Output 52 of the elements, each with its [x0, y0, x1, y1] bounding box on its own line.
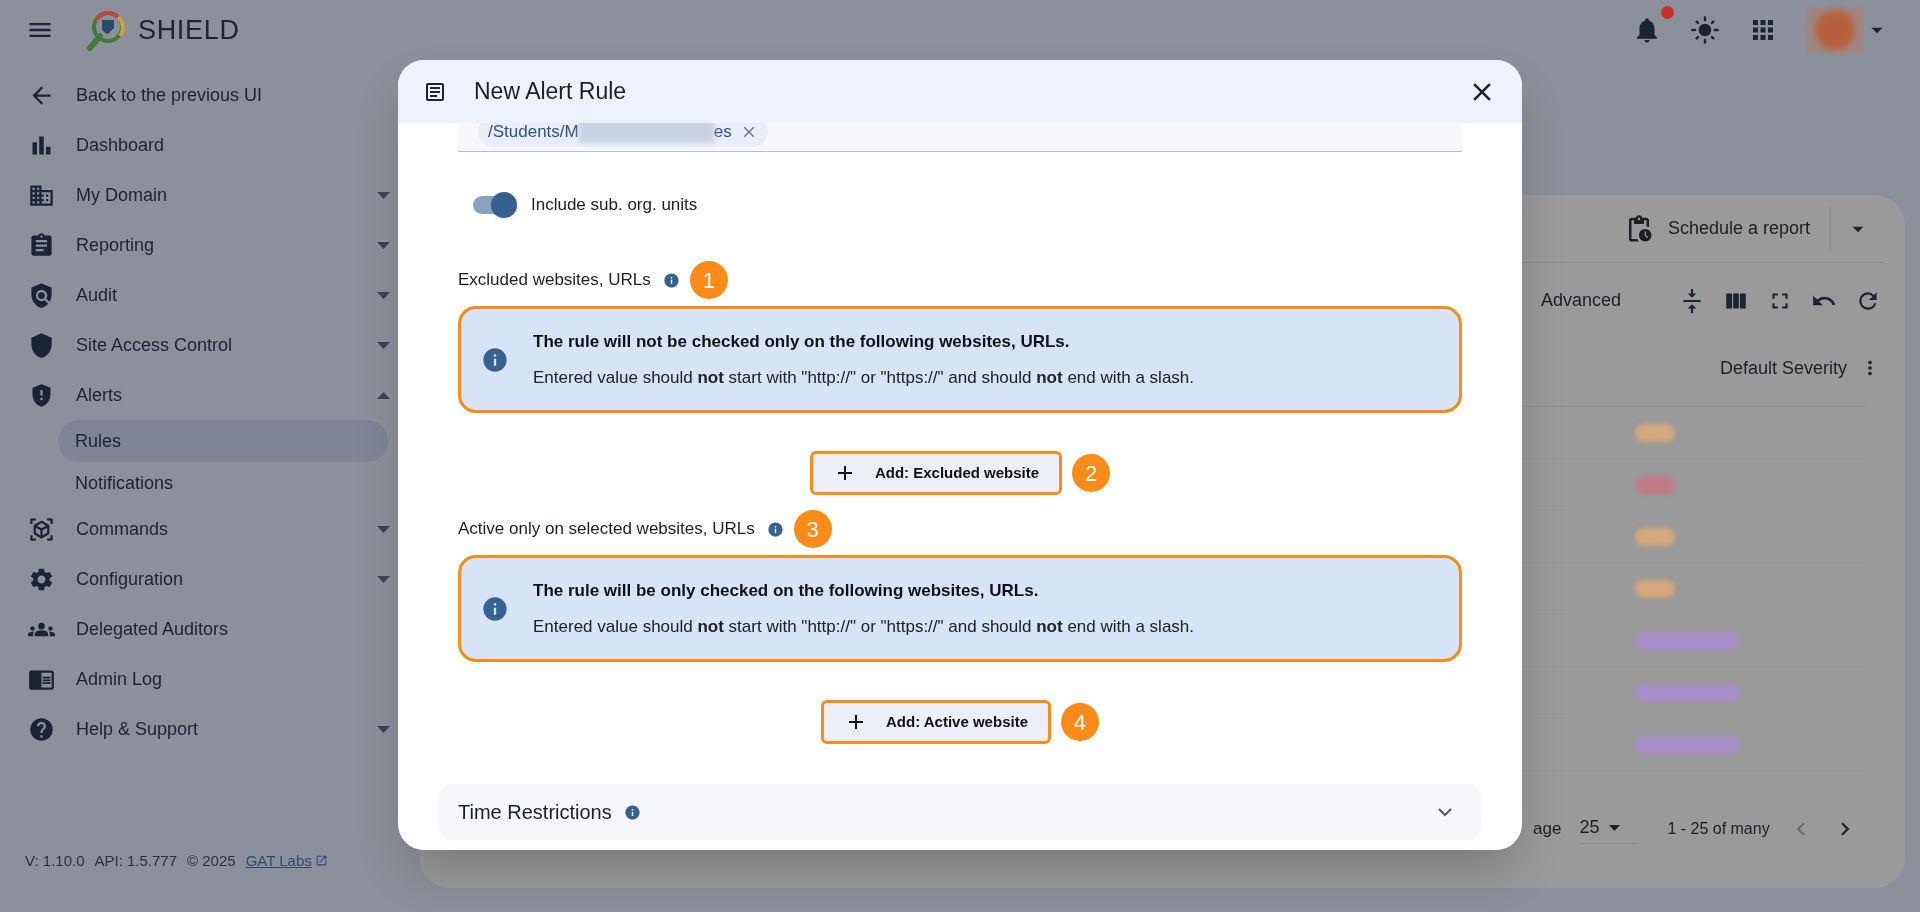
nav-item[interactable]: My Domain: [0, 170, 420, 220]
rows-per-page-select[interactable]: 25: [1579, 814, 1640, 844]
add-button[interactable]: Add: Excluded website: [809, 451, 1063, 495]
info-icon[interactable]: [623, 803, 641, 821]
org-unit-chip[interactable]: /Students/M es: [478, 123, 768, 147]
column-header: Default Severity: [1719, 356, 1847, 380]
chevron-icon: [1438, 807, 1452, 817]
nav-item[interactable]: Admin Log: [0, 654, 420, 704]
info-icon[interactable]: [766, 520, 784, 538]
nav-item[interactable]: Dashboard: [0, 120, 420, 170]
step-marker: 2: [1072, 454, 1111, 492]
company-link[interactable]: GAT Labs: [245, 849, 328, 872]
logo-icon: [84, 8, 128, 52]
nav-item[interactable]: Help & Support: [0, 704, 420, 754]
info-icon[interactable]: [662, 271, 680, 289]
alert-text: Entered value should not start with "http://" or "https://" and should not end with a slash.: [533, 366, 1195, 389]
section-label: Active only on selected websites, URLs: [458, 518, 755, 541]
org-unit-field[interactable]: /Students/M es: [458, 123, 1462, 152]
nav-item[interactable]: Back to the previous UI: [0, 70, 420, 120]
page-range: 1 - 25 of many: [1667, 819, 1770, 839]
caret-icon: [1609, 824, 1621, 831]
dialog-title: New Alert Rule: [474, 77, 627, 107]
external-link-icon: [314, 854, 328, 868]
api-version-text: API: 1.5.777: [94, 850, 178, 871]
alert-text: Entered value should not start with "http://" or "https://" and should not end with a slash.: [533, 615, 1195, 638]
toggle-label: Include sub. org. units: [531, 194, 698, 217]
app-title: SHIELD: [138, 13, 240, 47]
nav-item[interactable]: Alerts: [0, 370, 420, 420]
schedule-report-button[interactable]: Schedule a report: [1623, 213, 1830, 244]
add-button[interactable]: Add: Active website: [821, 700, 1051, 744]
section-label: Excluded websites, URLs: [458, 269, 651, 292]
alert-title: The rule will be only checked on the following websites, URLs.: [533, 580, 1040, 602]
nav-item[interactable]: Audit: [0, 270, 420, 320]
nav-item[interactable]: Reporting: [0, 220, 420, 270]
nav-item[interactable]: Commands: [0, 504, 420, 554]
sun-icon[interactable]: [1690, 15, 1720, 45]
version-text: V: 1.10.0: [25, 850, 85, 871]
nav-item[interactable]: Site Access Control: [0, 320, 420, 370]
nav-item[interactable]: Delegated Auditors: [0, 604, 420, 654]
step-marker: 1: [689, 261, 728, 299]
nav-subitem[interactable]: Notifications: [58, 462, 388, 504]
nav-item[interactable]: Configuration: [0, 554, 420, 604]
copyright-text: © 2025: [187, 850, 236, 871]
info-icon: [481, 594, 509, 623]
step-marker: 4: [1061, 703, 1099, 741]
rows-per-page-label: age: [1533, 818, 1562, 841]
nav-subitem[interactable]: Rules: [58, 420, 388, 462]
alert-title: The rule will not be checked only on the following websites, URLs.: [533, 331, 1071, 353]
info-icon: [481, 345, 509, 374]
time-restrictions-accordion[interactable]: Time Restrictions: [438, 784, 1482, 840]
filter-label[interactable]: Advanced: [1540, 287, 1621, 314]
step-marker: 3: [793, 510, 832, 548]
